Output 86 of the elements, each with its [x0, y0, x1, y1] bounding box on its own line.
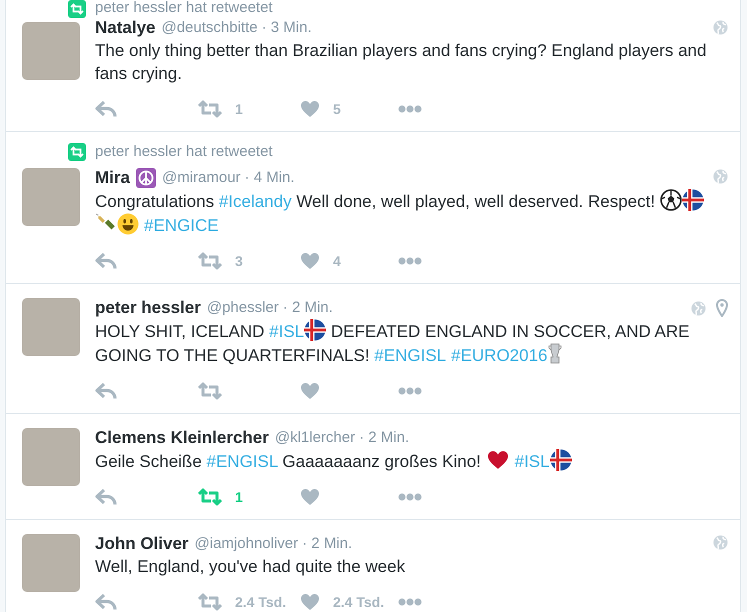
smiley-icon [117, 213, 139, 235]
more-icon [398, 257, 422, 265]
reply-icon [95, 593, 117, 611]
more-icon [398, 105, 422, 113]
tweet-time[interactable]: · 4 Min. [244, 166, 295, 190]
tweet-text: Geile Scheiße #ENGISL Gaaaaaaanz großes Kino! #ISL [95, 449, 726, 473]
avatar-photo [22, 168, 80, 226]
avatar-photo [22, 22, 80, 80]
retweet-button[interactable]: 1 [198, 98, 243, 120]
avatar-photo [22, 534, 80, 592]
heart-icon [300, 100, 320, 118]
more-options-button[interactable] [398, 105, 422, 113]
user-name[interactable]: Mira [95, 165, 130, 191]
tweet-text: HOLY SHIT, ICELAND #ISL DEFEATED ENGLAND IN SOCCER, AND ARE GOING TO THE QUARTERFINALS! #ENGISL #EURO2016 [95, 319, 726, 367]
tweet-time[interactable]: · 3 Min. [262, 16, 312, 40]
reply-button[interactable] [95, 100, 117, 118]
more-icon [398, 598, 422, 606]
retweet-icon [198, 100, 222, 118]
avatar-photo [22, 298, 80, 356]
user-name[interactable]: Clemens Kleinlercher [95, 425, 269, 451]
heart-icon [300, 593, 320, 611]
retweet-icon [198, 382, 222, 400]
reply-button[interactable] [95, 252, 117, 270]
reply-icon [95, 382, 117, 400]
more-options-button[interactable] [398, 257, 422, 265]
hashtag-link[interactable]: #EURO2016 [451, 346, 548, 365]
tweet-text: Congratulations #Icelandy Well done, well played, well deserved. Respect! #ENGICE [95, 189, 726, 237]
heart-icon [486, 450, 510, 470]
like-button[interactable]: 5 [300, 98, 341, 120]
like-button[interactable]: 2.4 Tsd. [300, 592, 384, 612]
hashtag-link[interactable]: #ENGISL [374, 346, 446, 365]
tweet-time[interactable]: · 2 Min. [359, 426, 410, 450]
reply-button[interactable] [95, 593, 117, 611]
user-handle[interactable]: @kl1lercher [274, 426, 356, 450]
globe-icon [713, 535, 728, 550]
tweet-time[interactable]: · 2 Min. [282, 296, 333, 320]
flag-icon [550, 449, 572, 471]
more-options-button[interactable] [398, 387, 422, 395]
user-handle[interactable]: @miramour [162, 166, 241, 190]
retweet-button[interactable]: 1 [198, 486, 243, 508]
avatar-photo [22, 428, 80, 486]
flag-icon [682, 189, 704, 211]
reply-button[interactable] [95, 382, 117, 400]
location-pin-icon [716, 299, 728, 317]
more-icon [398, 493, 422, 501]
retweet-button[interactable]: 2.4 Tsd. [198, 592, 286, 612]
hashtag-link[interactable]: #ENGISL [206, 452, 278, 471]
reply-icon [95, 488, 117, 506]
user-name[interactable]: peter hessler [95, 295, 201, 321]
more-options-button[interactable] [398, 493, 422, 501]
like-button[interactable]: 4 [300, 250, 341, 272]
hashtag-link[interactable]: #ENGICE [144, 216, 219, 235]
retweet-button[interactable]: 3 [198, 250, 243, 272]
retweet-icon [68, 143, 86, 161]
user-handle[interactable]: @phessler [206, 296, 279, 320]
user-handle[interactable]: @deutschbitte [161, 16, 258, 40]
user-handle[interactable]: @iamjohnoliver [194, 532, 298, 556]
hashtag-link[interactable]: #Icelandy [218, 192, 292, 211]
reply-icon [95, 100, 117, 118]
tweet-text: The only thing better than Brazilian players and fans crying? England players and fans crying. [95, 40, 708, 85]
peace-sign-icon [136, 168, 156, 188]
like-button[interactable] [300, 488, 320, 506]
retweet-icon [198, 593, 222, 611]
soccer-ball-icon [660, 189, 682, 211]
globe-icon [691, 300, 706, 316]
globe-icon [713, 169, 728, 184]
retweet-context: peter hessler hat retweetet [95, 142, 273, 162]
heart-icon [300, 382, 320, 400]
tweet-time[interactable]: · 2 Min. [302, 532, 352, 556]
hashtag-link[interactable]: #ISL [514, 452, 550, 471]
reply-icon [95, 252, 117, 270]
like-button[interactable] [300, 382, 320, 400]
tweet-text: Well, England, you've had quite the week [95, 556, 406, 578]
more-icon [398, 387, 422, 395]
user-name[interactable]: John Oliver [95, 531, 189, 557]
retweet-icon [198, 252, 222, 270]
globe-icon [713, 20, 728, 35]
trophy-icon [548, 343, 562, 365]
retweet-button[interactable] [198, 382, 222, 400]
reply-button[interactable] [95, 488, 117, 506]
hashtag-link[interactable]: #ISL [269, 322, 304, 341]
heart-icon [300, 488, 320, 506]
more-options-button[interactable] [398, 598, 422, 606]
flag-icon [304, 319, 326, 341]
heart-icon [300, 252, 320, 270]
retweet-icon [198, 488, 222, 506]
